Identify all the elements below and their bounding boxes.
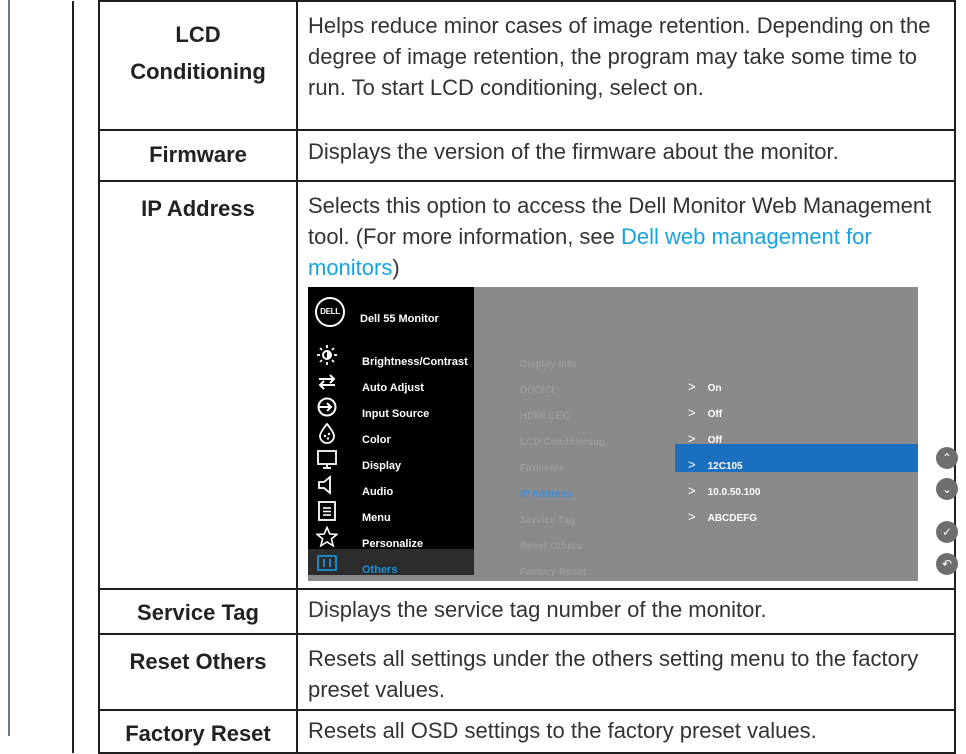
setting-description: Selects this option to access the Dell M… (296, 180, 958, 590)
osd-screenshot: DELL Dell 55 Monitor Brightness/Contrast (308, 283, 964, 583)
auto-adjust-icon (318, 374, 336, 390)
osd-title: Dell 55 Monitor (360, 313, 439, 325)
osd-submenu-item[interactable]: Factory Reset (520, 557, 586, 581)
setting-description: Resets all settings under the others set… (296, 633, 956, 711)
display-icon (317, 450, 337, 469)
table-row: IP Address Selects this option to access… (72, 180, 958, 590)
osd-menu-item[interactable]: Display (308, 445, 474, 472)
chevron-right-icon: > (688, 509, 696, 524)
osd-menu-item[interactable]: Color (308, 419, 474, 446)
table-row: Firmware Displays the version of the fir… (72, 129, 956, 182)
table-row: Reset Others Resets all settings under t… (72, 633, 956, 711)
table-row: Factory Reset Resets all OSD settings to… (72, 709, 956, 754)
down-icon[interactable]: ⌄ (936, 478, 958, 500)
osd-menu-item[interactable]: Auto Adjust (308, 367, 474, 394)
table-row: Service Tag Displays the service tag num… (72, 588, 956, 635)
audio-icon (318, 475, 331, 495)
setting-name: Service Tag (98, 588, 298, 635)
up-icon[interactable]: ⌃ (936, 447, 958, 469)
osd-main-menu: DELL Dell 55 Monitor Brightness/Contrast (308, 287, 474, 581)
setting-description: Helps reduce minor cases of image retent… (296, 0, 956, 131)
input-source-icon (317, 397, 337, 417)
brightness-icon (317, 345, 337, 365)
setting-name: Reset Others (98, 633, 298, 711)
osd-menu-item-others[interactable]: Others (308, 549, 474, 576)
star-icon (316, 526, 338, 548)
setting-description: Resets all OSD settings to the factory p… (296, 709, 956, 754)
settings-table: LCD Conditioning Helps reduce minor case… (72, 0, 958, 754)
osd-menu-item[interactable]: Input Source (308, 393, 474, 420)
menu-icon (318, 501, 336, 521)
back-icon[interactable]: ↶ (936, 553, 958, 575)
check-icon[interactable]: ✓ (936, 521, 958, 543)
color-icon (319, 422, 335, 444)
document-page: LCD Conditioning Helps reduce minor case… (0, 0, 966, 754)
osd-menu: DELL Dell 55 Monitor Brightness/Contrast (308, 287, 918, 581)
setting-name: Firmware (98, 129, 298, 182)
page-margin-rule (8, 0, 10, 736)
others-icon (317, 555, 337, 571)
osd-menu-item[interactable]: Personalize (308, 523, 474, 550)
setting-name: Factory Reset (98, 709, 298, 754)
setting-name: IP Address (98, 180, 298, 590)
osd-menu-item[interactable]: Audio (308, 471, 474, 498)
setting-description: Displays the service tag number of the m… (296, 588, 956, 635)
osd-menu-item[interactable]: Menu (308, 497, 474, 524)
osd-value-service-tag: > ABCDEFG (688, 501, 757, 534)
setting-name: LCD Conditioning (98, 0, 298, 131)
table-row: LCD Conditioning Helps reduce minor case… (72, 0, 956, 131)
setting-description: Displays the version of the firmware abo… (296, 129, 956, 182)
dell-logo: DELL (315, 297, 345, 327)
osd-menu-item[interactable]: Brightness/Contrast (308, 341, 474, 368)
